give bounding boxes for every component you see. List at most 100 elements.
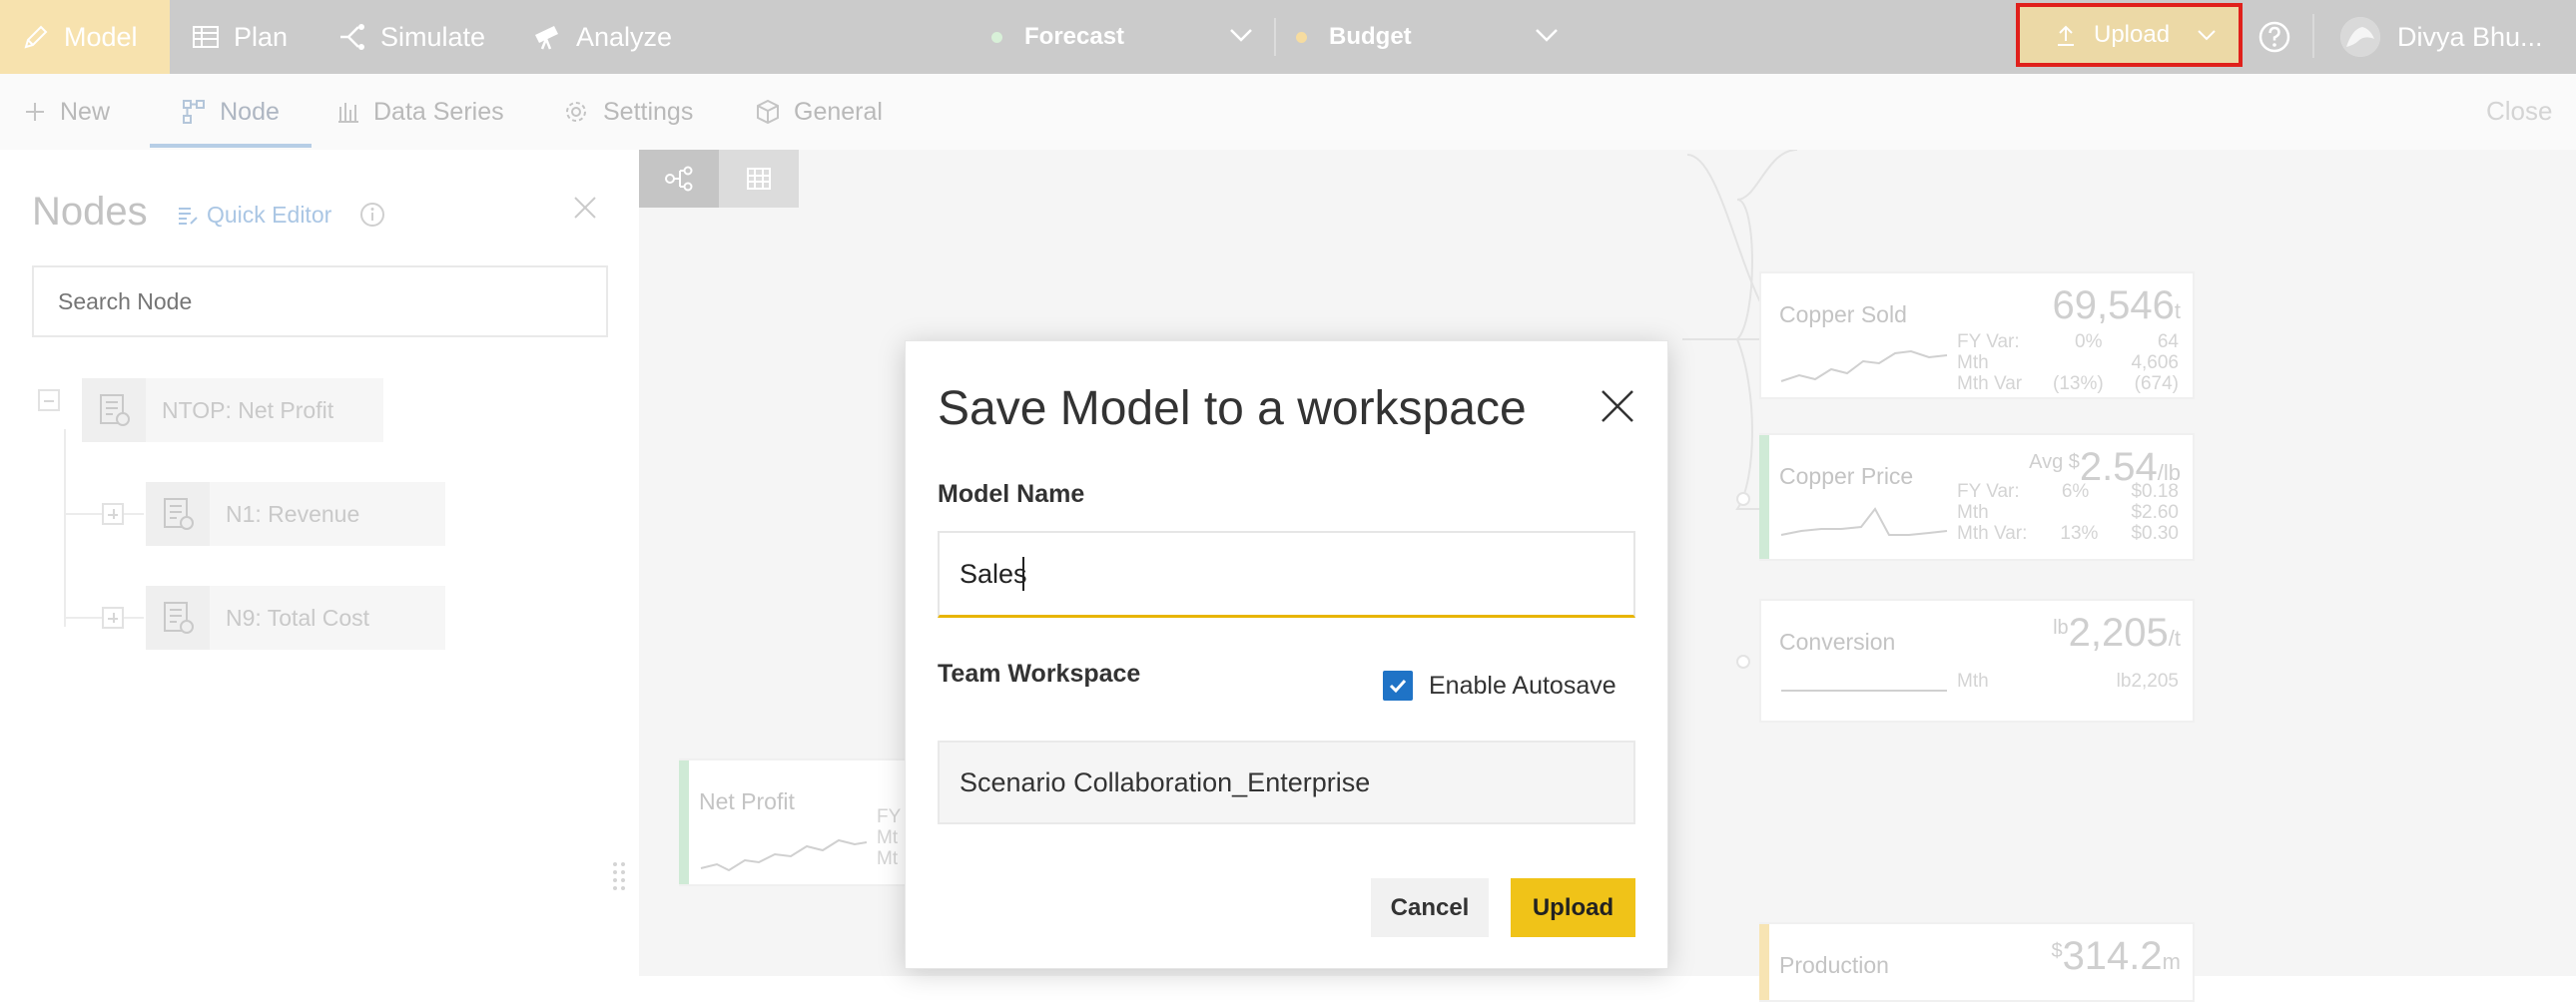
tab-simulate[interactable]: Simulate bbox=[336, 0, 485, 74]
enable-autosave-checkbox[interactable]: Enable Autosave bbox=[1383, 671, 1616, 701]
node-doc-icon bbox=[146, 586, 210, 650]
card-accent bbox=[1759, 435, 1769, 559]
tab-general[interactable]: General bbox=[756, 74, 883, 150]
help-icon[interactable] bbox=[2257, 20, 2291, 54]
active-tab-underline bbox=[150, 144, 312, 148]
sparkline bbox=[1780, 507, 1948, 536]
cancel-button[interactable]: Cancel bbox=[1371, 878, 1489, 937]
text-cursor bbox=[1022, 557, 1024, 591]
nodes-panel: Nodes Quick Editor NTOP: Net Profit N1: … bbox=[0, 150, 639, 976]
tree-node-label: N9: Total Cost bbox=[226, 604, 370, 631]
scenario-budget[interactable]: Budget bbox=[1296, 0, 1412, 74]
model-name-label: Model Name bbox=[938, 480, 1085, 508]
tree-node[interactable]: N9: Total Cost bbox=[146, 586, 445, 650]
team-workspace-field[interactable]: Scenario Collaboration_Enterprise bbox=[938, 741, 1635, 824]
expand-toggle[interactable] bbox=[102, 503, 124, 525]
sparkline bbox=[1781, 690, 1947, 692]
chevron-down-icon bbox=[2198, 30, 2216, 41]
upload-menu-label: Upload bbox=[2094, 21, 2171, 48]
sparkline bbox=[700, 838, 868, 872]
tab-simulate-label: Simulate bbox=[380, 21, 486, 52]
branch-icon bbox=[340, 24, 364, 50]
card-accent bbox=[1759, 924, 1769, 1000]
card-value: $314.2m bbox=[2051, 934, 2181, 978]
dialog-title: Save Model to a workspace bbox=[938, 382, 1527, 435]
upload-button[interactable]: Upload bbox=[1511, 878, 1635, 937]
search-node-input[interactable] bbox=[32, 265, 608, 337]
upload-menu-button[interactable]: Upload bbox=[2020, 7, 2239, 63]
tab-settings-label: Settings bbox=[603, 97, 694, 126]
new-label: New bbox=[60, 97, 111, 126]
avatar[interactable] bbox=[2340, 17, 2380, 57]
collapse-toggle[interactable] bbox=[38, 389, 60, 411]
scenario-budget-label: Budget bbox=[1329, 23, 1412, 50]
card-value: lb2,205/t bbox=[2053, 611, 2181, 655]
tab-data-series-label: Data Series bbox=[373, 97, 504, 126]
tree-node[interactable]: NTOP: Net Profit bbox=[82, 378, 383, 442]
tab-general-label: General bbox=[794, 97, 883, 126]
quick-editor-link[interactable]: Quick Editor bbox=[177, 202, 331, 229]
card-name: Net Profit bbox=[699, 788, 795, 814]
tab-plan-label: Plan bbox=[234, 21, 289, 52]
user-name[interactable]: Divya Bhu... bbox=[2397, 22, 2543, 53]
card-name: Copper Sold bbox=[1779, 301, 1907, 327]
upload-icon bbox=[2058, 25, 2074, 46]
drag-handle-icon[interactable] bbox=[611, 860, 627, 894]
tab-node[interactable]: Node bbox=[150, 74, 312, 150]
node-doc-icon bbox=[82, 378, 146, 442]
telescope-icon bbox=[535, 26, 558, 50]
panel-title: Nodes bbox=[32, 190, 148, 234]
tree-node[interactable]: N1: Revenue bbox=[146, 482, 445, 546]
list-edit-icon bbox=[179, 207, 198, 225]
ribbon-toolbar: New Node Data Series Settings General bbox=[0, 74, 2576, 150]
tab-analyze-label: Analyze bbox=[576, 21, 673, 52]
card-stats: Mth lb2,205 bbox=[1957, 671, 2179, 692]
card-name: Production bbox=[1779, 952, 1889, 978]
close-icon[interactable] bbox=[571, 194, 599, 222]
sparkline bbox=[1780, 349, 1948, 382]
node-doc-icon bbox=[146, 482, 210, 546]
tab-node-label: Node bbox=[220, 97, 280, 126]
scenario-forecast[interactable]: Forecast bbox=[991, 0, 1124, 74]
scenario-forecast-label: Forecast bbox=[1024, 23, 1125, 50]
tree-node-label: NTOP: Net Profit bbox=[162, 396, 334, 423]
tab-settings[interactable]: Settings bbox=[563, 74, 693, 150]
divider bbox=[1274, 18, 1276, 56]
autosave-label: Enable Autosave bbox=[1429, 671, 1616, 700]
save-model-dialog: Save Model to a workspace Model Name Tea… bbox=[905, 340, 1668, 969]
bar-chart-icon bbox=[338, 103, 358, 123]
node-card-copper-price[interactable]: Copper Price Avg $2.54/lb FY Var: 6% $0.18… bbox=[1759, 433, 2195, 561]
card-name: Copper Price bbox=[1779, 463, 1914, 489]
chevron-down-icon[interactable] bbox=[1534, 22, 1560, 48]
info-icon[interactable] bbox=[359, 202, 385, 228]
tab-analyze[interactable]: Analyze bbox=[532, 0, 672, 74]
team-workspace-value: Scenario Collaboration_Enterprise bbox=[960, 766, 1371, 797]
tab-plan[interactable]: Plan bbox=[192, 0, 288, 74]
node-card-production[interactable]: Production $314.2m bbox=[1759, 922, 2195, 1002]
model-name-input[interactable] bbox=[938, 531, 1635, 618]
node-icon bbox=[183, 100, 206, 124]
divider bbox=[2312, 14, 2314, 58]
upload-highlight-box: Upload bbox=[2016, 3, 2243, 67]
tree-node-label: N1: Revenue bbox=[226, 500, 360, 527]
tab-model[interactable]: Model bbox=[0, 0, 170, 74]
chevron-down-icon[interactable] bbox=[1228, 22, 1254, 48]
node-card-conversion[interactable]: Conversion lb2,205/t Mth lb2,205 bbox=[1759, 599, 2195, 723]
expand-toggle[interactable] bbox=[102, 607, 124, 629]
checkbox-checked-icon[interactable] bbox=[1383, 671, 1413, 701]
tab-data-series[interactable]: Data Series bbox=[337, 74, 504, 150]
node-card-copper-sold[interactable]: Copper Sold 69,546t FY Var: 0% 64 Mth 4,606… bbox=[1759, 271, 2195, 399]
new-button[interactable]: New bbox=[24, 74, 110, 150]
cube-icon bbox=[757, 99, 779, 125]
close-link[interactable]: Close bbox=[2486, 96, 2552, 127]
card-stats: FY Var: 0% 64 Mth 4,606 Mth Var (13%) (674) bbox=[1957, 331, 2179, 394]
table-icon bbox=[193, 26, 219, 48]
plus-icon bbox=[26, 103, 44, 121]
team-workspace-label: Team Workspace bbox=[938, 660, 1141, 688]
tab-model-label: Model bbox=[64, 21, 138, 52]
quick-editor-label: Quick Editor bbox=[207, 202, 332, 228]
card-value: 69,546t bbox=[2052, 283, 2181, 327]
tree-connector bbox=[64, 429, 66, 627]
close-icon[interactable] bbox=[1600, 388, 1635, 424]
scenario-forecast-dot bbox=[991, 31, 1002, 43]
